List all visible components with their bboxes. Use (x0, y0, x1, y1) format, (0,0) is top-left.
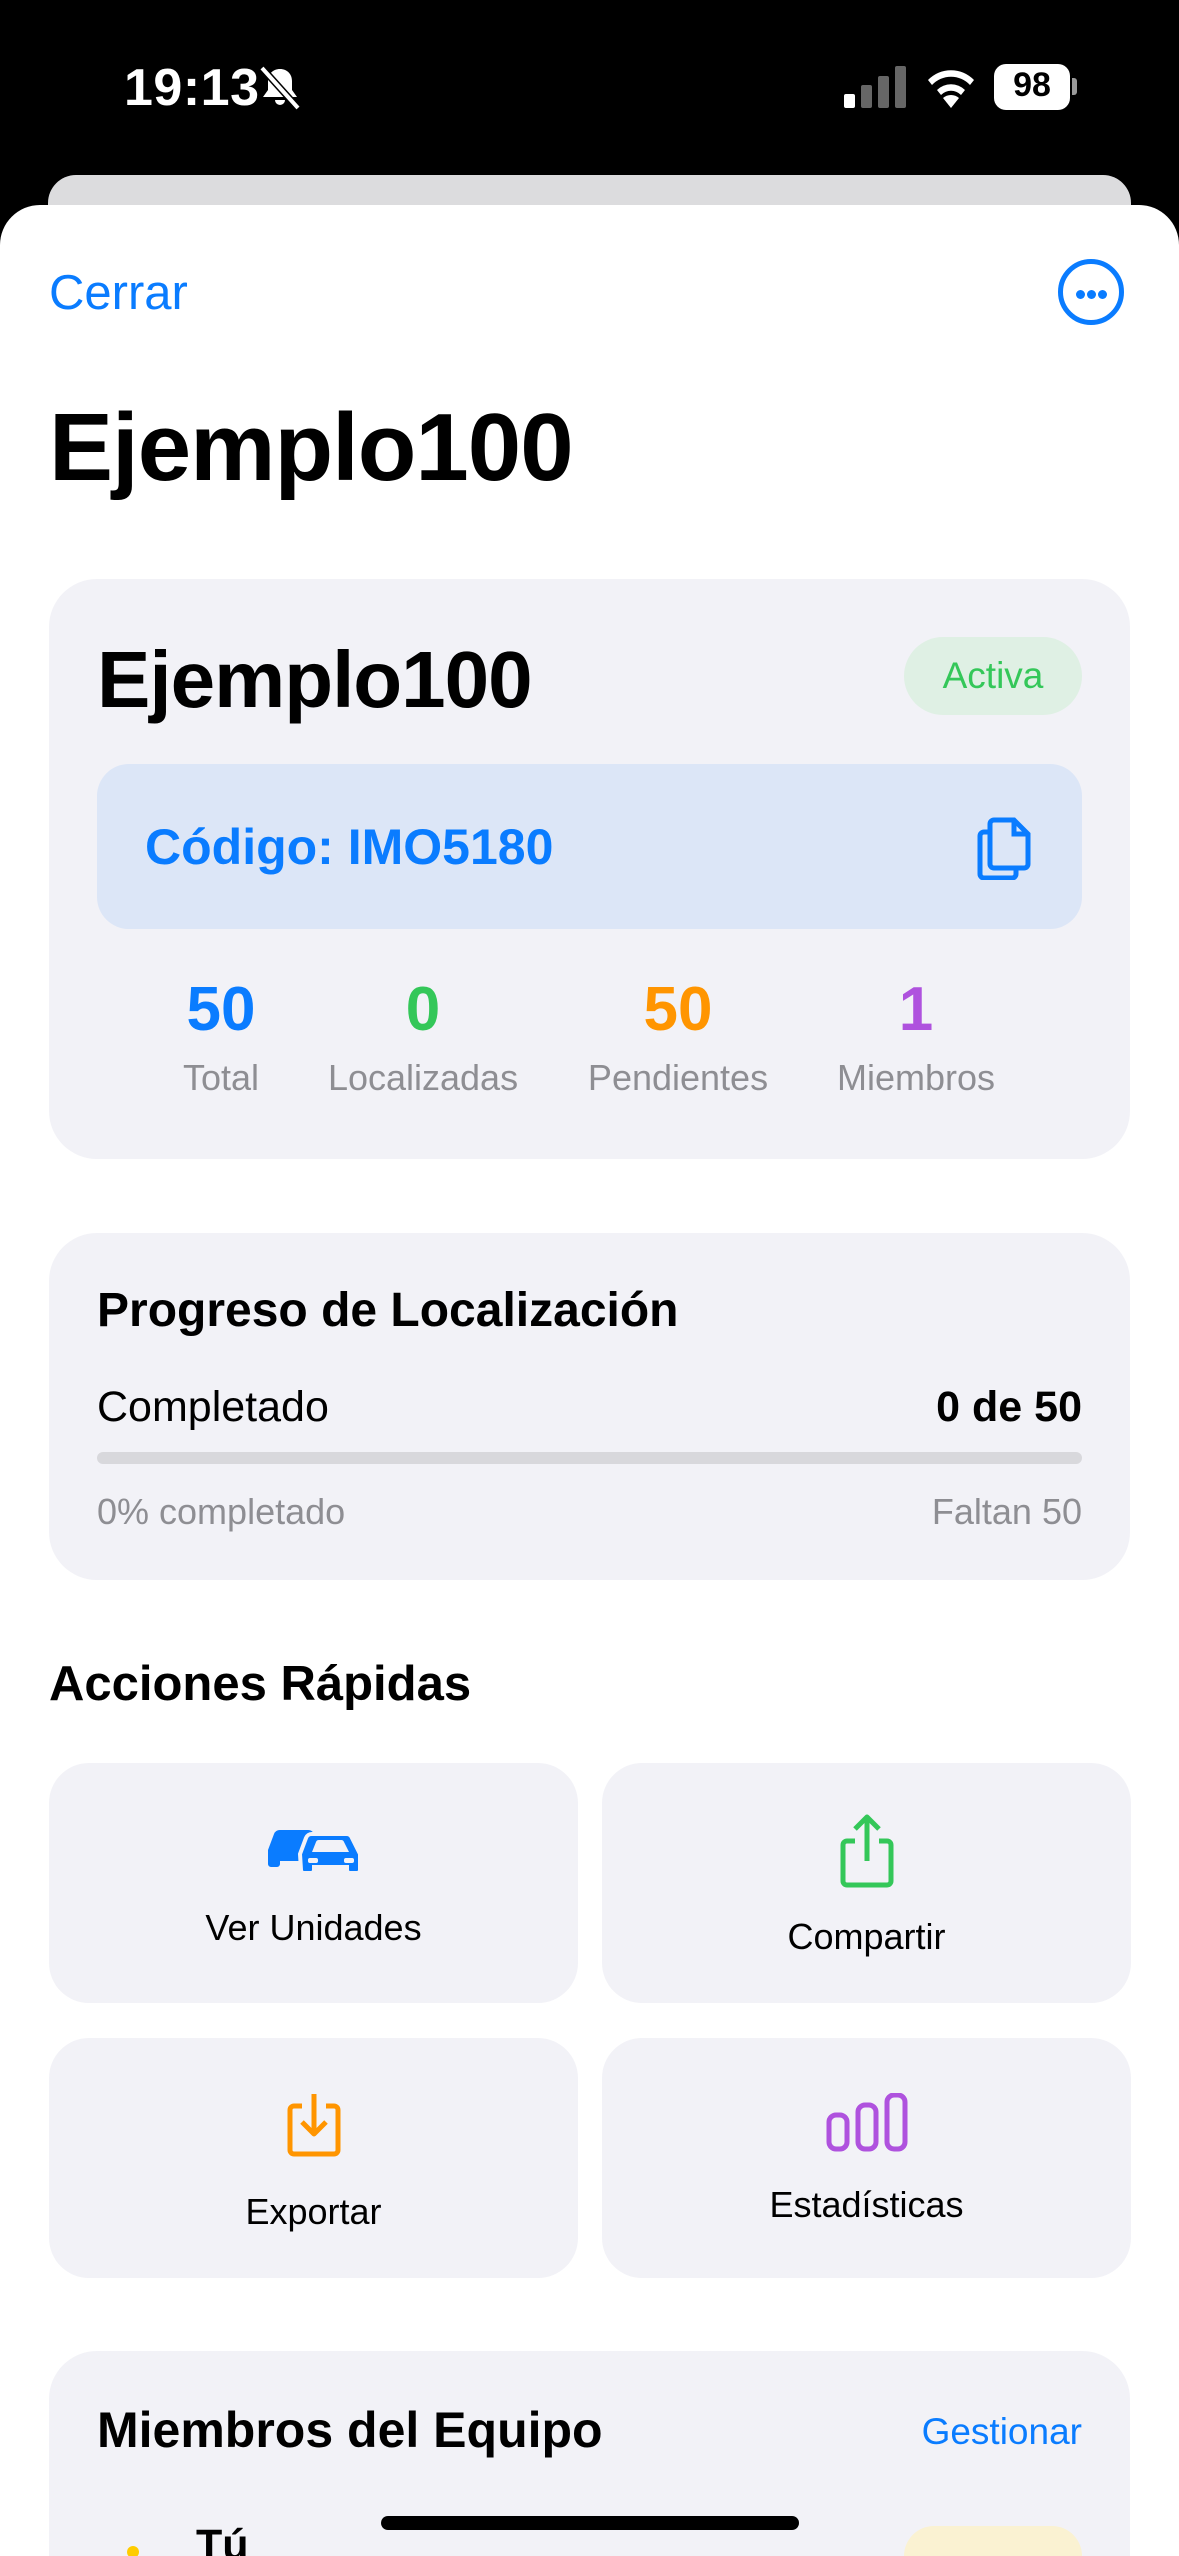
action-label: Ver Unidades (205, 1907, 422, 1948)
share-button[interactable]: Compartir (602, 1763, 1131, 2003)
progress-title: Progreso de Localización (97, 1284, 679, 1337)
battery-icon: 98 (994, 64, 1077, 110)
ellipsis-circle-icon[interactable] (1058, 259, 1124, 325)
progress-card: Progreso de Localización Completado 0 de… (49, 1233, 1130, 1580)
member-role-badge (904, 2526, 1082, 2556)
status-bar: 19:13 98 (0, 0, 1179, 175)
progress-label: Completado (97, 1383, 329, 1431)
stat-pendientes: 50 Pendientes (588, 974, 768, 1099)
download-icon (287, 2094, 340, 2157)
members-title: Miembros del Equipo (97, 2402, 603, 2458)
chart-bars-icon (826, 2093, 907, 2152)
summary-card: Ejemplo100 Activa Código: IMO5180 50 Tot… (49, 579, 1130, 1159)
progress-remaining: Faltan 50 (931, 1491, 1082, 1532)
home-indicator[interactable] (381, 2516, 799, 2530)
cellular-signal-icon (844, 66, 906, 108)
progress-bar (97, 1452, 1082, 1464)
stat-label: Pendientes (587, 1057, 769, 1098)
stat-total: 50 Total (183, 974, 259, 1099)
battery-level: 98 (1013, 66, 1051, 104)
progress-value: 0 de 50 (936, 1383, 1082, 1431)
stat-label: Total (182, 1057, 260, 1098)
stat-label: Miembros (836, 1057, 996, 1098)
manage-button[interactable]: Gestionar (922, 2411, 1082, 2453)
view-units-button[interactable]: Ver Unidades (49, 1763, 578, 2003)
stat-value: 50 (643, 975, 713, 1044)
wifi-icon (928, 70, 974, 108)
page-title: Ejemplo100 (49, 394, 574, 501)
close-button[interactable]: Cerrar (49, 265, 188, 321)
section-title-quick-actions: Acciones Rápidas (49, 1657, 472, 1711)
card-title: Ejemplo100 (97, 635, 533, 724)
member-name: Tú (196, 2521, 249, 2556)
action-label: Exportar (245, 2191, 382, 2232)
copy-icon[interactable] (976, 816, 1034, 880)
stat-miembros: 1 Miembros (837, 974, 995, 1099)
stat-value: 50 (186, 975, 256, 1044)
action-label: Estadísticas (769, 2184, 964, 2225)
progress-percent: 0% completado (97, 1491, 346, 1532)
code-text: Código: IMO5180 (145, 819, 554, 875)
stat-value: 0 (405, 975, 441, 1044)
stat-value: 1 (898, 975, 934, 1044)
status-time: 19:13 (124, 59, 260, 117)
cars-icon (267, 1829, 362, 1875)
stat-label: Localizadas (327, 1057, 519, 1098)
status-badge: Activa (904, 637, 1082, 715)
action-label: Compartir (787, 1916, 946, 1957)
code-box[interactable]: Código: IMO5180 (97, 764, 1082, 929)
stat-localizadas: 0 Localizadas (328, 974, 518, 1099)
statistics-button[interactable]: Estadísticas (602, 2038, 1131, 2278)
member-indicator (127, 2546, 139, 2556)
share-icon (840, 1814, 893, 1888)
export-button[interactable]: Exportar (49, 2038, 578, 2278)
bell-slash-icon (259, 65, 301, 111)
